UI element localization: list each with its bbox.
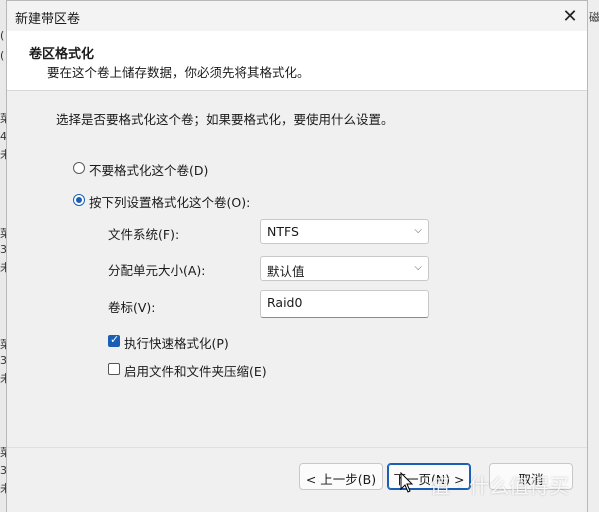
volume-label-label: 卷标(V): [108, 300, 156, 315]
window-title: 新建带区卷 [15, 12, 81, 27]
title-bar[interactable]: 新建带区卷 ✕ [7, 1, 587, 31]
format-radio[interactable] [73, 194, 85, 206]
watermark: 值 · 什么值得买 [430, 474, 570, 498]
background-window-right [588, 0, 599, 512]
quick-format-label[interactable]: 执行快速格式化(P) [124, 333, 229, 352]
mouse-cursor-icon [400, 472, 414, 493]
chevron-down-icon: ⌵ [414, 262, 422, 273]
back-button[interactable]: < 上一步(B) [299, 463, 383, 490]
wizard-header: 卷区格式化 要在这个卷上储存数据，你必须先将其格式化。 [7, 31, 587, 89]
filesystem-select[interactable]: NTFS ⌵ [260, 219, 429, 244]
compression-checkbox[interactable] [108, 363, 120, 375]
close-button[interactable]: ✕ [555, 3, 585, 29]
filesystem-label: 文件系统(F): [108, 227, 180, 242]
intro-text: 选择是否要格式化这个卷；如果要格式化，要使用什么设置。 [56, 112, 394, 127]
volume-label-value: Raid0 [267, 295, 303, 310]
page-title: 卷区格式化 [29, 47, 95, 62]
allocation-value: 默认值 [267, 264, 305, 279]
no-format-radio[interactable] [73, 162, 85, 174]
chevron-down-icon: ⌵ [414, 225, 422, 236]
filesystem-value: NTFS [267, 224, 299, 239]
page-subtitle: 要在这个卷上储存数据，你必须先将其格式化。 [47, 65, 310, 80]
quick-format-checkbox[interactable] [108, 333, 120, 347]
format-volume-dialog: 新建带区卷 ✕ 卷区格式化 要在这个卷上储存数据，你必须先将其格式化。 选择是否… [6, 0, 588, 512]
allocation-label: 分配单元大小(A): [108, 263, 206, 278]
no-format-label[interactable]: 不要格式化这个卷(D) [89, 160, 208, 179]
close-icon: ✕ [562, 5, 578, 27]
volume-label-input[interactable]: Raid0 [260, 290, 429, 318]
allocation-select[interactable]: 默认值 ⌵ [260, 256, 429, 281]
format-label[interactable]: 按下列设置格式化这个卷(O): [89, 192, 250, 211]
background-text: 磁 [589, 11, 599, 24]
compression-label[interactable]: 启用文件和文件夹压缩(E) [124, 361, 267, 380]
